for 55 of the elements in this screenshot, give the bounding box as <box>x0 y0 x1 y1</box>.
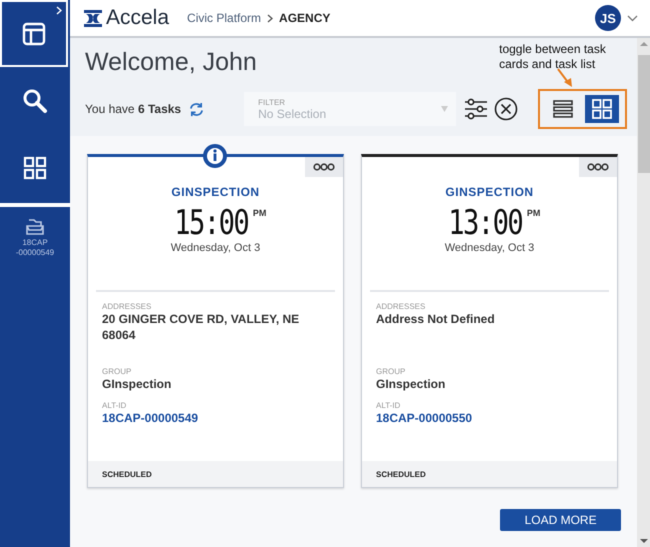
field-label: GROUP <box>102 367 132 376</box>
breadcrumb-link[interactable]: Civic Platform <box>187 11 262 25</box>
field-value: 20 GINGER COVE RD, VALLEY, NE 68064 <box>102 311 300 343</box>
more-icon <box>313 163 335 171</box>
refresh-icon[interactable] <box>189 102 204 116</box>
task-count: You have 6 Tasks <box>85 102 182 116</box>
user-avatar[interactable]: JS <box>595 5 621 31</box>
logo-icon <box>84 10 102 26</box>
scroll-down-icon[interactable] <box>640 538 648 544</box>
annotation-arrow <box>557 68 573 88</box>
annotation-text: toggle between task cards and task list <box>499 42 607 72</box>
record-link[interactable]: 18CAP-00000549 <box>102 410 329 426</box>
logo-text: Accela <box>106 6 170 30</box>
record-link[interactable]: 18CAP -00000549 <box>10 238 60 258</box>
time-meridiem: PM <box>526 208 540 218</box>
grid-icon <box>23 156 47 180</box>
status-bar: SCHEDULED <box>88 461 343 487</box>
task-time: 13:00 <box>448 205 522 241</box>
scrollbar-track[interactable] <box>637 38 650 547</box>
task-type: GINSPECTION <box>444 185 535 199</box>
list-icon <box>553 100 574 118</box>
caret-icon <box>441 106 448 112</box>
record-link[interactable]: 18CAP-00000550 <box>376 410 603 426</box>
field-label: ADDRESSES <box>376 302 426 311</box>
field-value: GInspection <box>102 376 172 392</box>
field-value: GInspection <box>376 376 446 392</box>
sidebar-item[interactable] <box>0 0 68 67</box>
task-date: Wednesday, Oct 3 <box>170 242 262 254</box>
scrollbar-thumb[interactable] <box>638 55 650 173</box>
task-date: Wednesday, Oct 3 <box>444 242 536 254</box>
field-label: ALT-ID <box>376 401 402 410</box>
task-time: 15:00 <box>174 205 248 241</box>
time-meridiem: PM <box>252 208 266 218</box>
status-bar: SCHEDULED <box>362 461 617 487</box>
field-label: ALT-ID <box>102 401 128 410</box>
grid-icon <box>592 99 612 119</box>
more-icon <box>587 163 609 171</box>
chevron-icon[interactable] <box>56 6 62 15</box>
task-type: GINSPECTION <box>170 185 261 199</box>
load-more-button[interactable]: LOAD MORE <box>500 509 622 531</box>
search-icon <box>22 88 48 114</box>
clear-icon[interactable] <box>494 97 518 121</box>
layout-icon <box>22 22 46 46</box>
chevron-icon <box>267 14 274 22</box>
card-view-button[interactable] <box>585 95 620 123</box>
field-label: GROUP <box>376 367 406 376</box>
sliders-icon[interactable] <box>464 98 488 120</box>
field-label: ADDRESSES <box>102 302 152 311</box>
chevron-down-icon[interactable] <box>627 14 638 22</box>
welcome-heading: Welcome, John <box>85 48 257 77</box>
inbox-icon[interactable] <box>26 219 44 235</box>
field-value: Address Not Defined <box>376 311 496 327</box>
breadcrumb-current: AGENCY <box>279 11 330 25</box>
more-button[interactable] <box>305 157 343 177</box>
more-button[interactable] <box>579 157 617 177</box>
